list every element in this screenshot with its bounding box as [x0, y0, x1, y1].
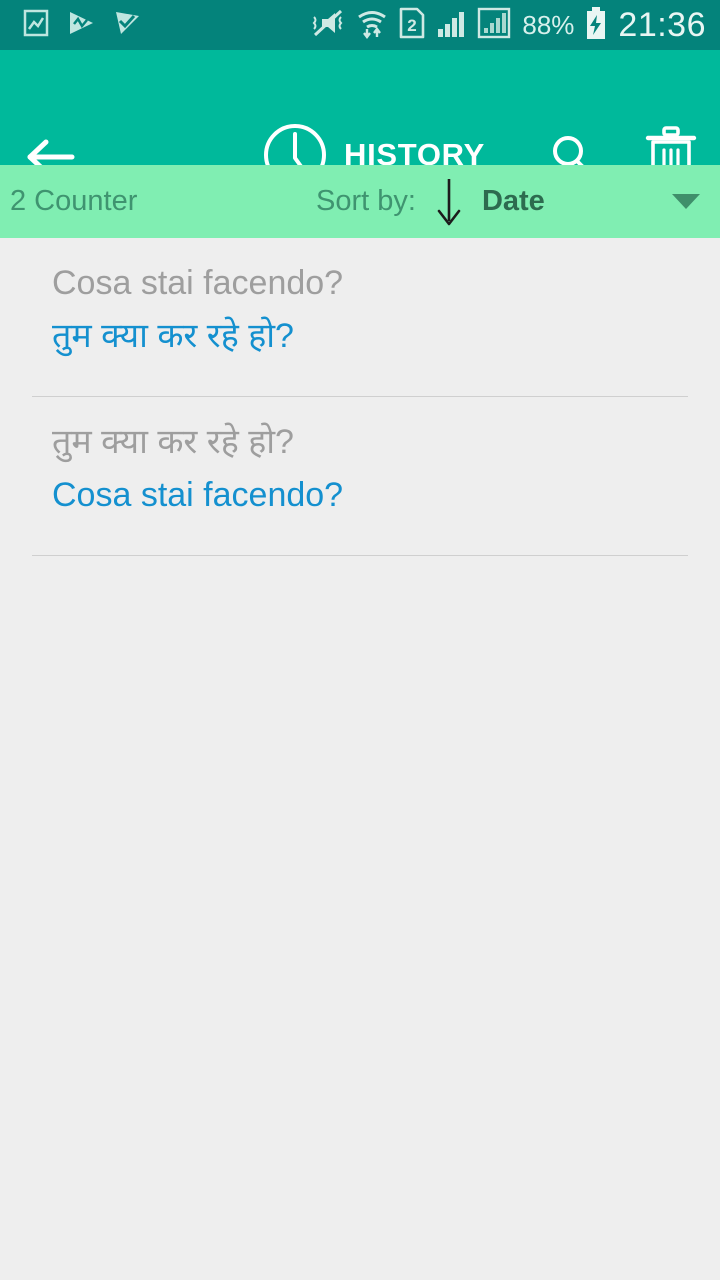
status-clock-label: 21:36 — [618, 5, 706, 44]
sim2-icon: 2 — [399, 7, 425, 44]
sort-value-label: Date — [481, 185, 545, 217]
app-toolbar: HISTORY — [0, 50, 720, 186]
wifi-data-icon — [356, 7, 388, 44]
mute-vibrate-icon — [311, 8, 345, 43]
history-item-target-text: Cosa stai facendo? — [52, 475, 344, 514]
media-play-icon — [66, 9, 96, 42]
history-item[interactable]: तुम क्या कर रहे हो? Cosa stai facendo? — [0, 397, 720, 535]
sort-descending-icon[interactable] — [434, 176, 464, 228]
sort-bar: 2 Counter Sort by: Date — [0, 165, 720, 238]
battery-percent-label: 88% — [522, 9, 575, 40]
svg-text:2: 2 — [408, 16, 417, 35]
app-screen: 2 88% 21:36 HISTORY 2 Counter Sort by: D… — [0, 0, 720, 1280]
status-bar-left-icons — [0, 9, 142, 42]
status-bar: 2 88% 21:36 — [0, 0, 720, 50]
media-check-icon — [112, 9, 142, 42]
battery-charging-icon — [585, 6, 607, 44]
signal-framed-icon — [477, 7, 511, 44]
history-list: Cosa stai facendo? तुम क्या कर रहे हो? त… — [0, 238, 720, 1280]
history-item-target-text: तुम क्या कर रहे हो? — [52, 316, 294, 355]
signal-bars-icon — [436, 8, 466, 43]
sort-by-selector[interactable]: Sort by: Date — [316, 165, 545, 238]
history-item[interactable]: Cosa stai facendo? तुम क्या कर रहे हो? — [0, 238, 720, 376]
counter-label: 2 Counter — [10, 185, 138, 217]
sort-dropdown-button[interactable] — [672, 165, 712, 238]
history-item-source-text: तुम क्या कर रहे हो? — [52, 423, 294, 462]
list-divider — [32, 555, 688, 557]
image-icon — [22, 9, 50, 42]
sort-by-label: Sort by: — [316, 185, 416, 217]
status-bar-right-icons: 2 88% 21:36 — [311, 6, 720, 45]
chevron-down-icon — [672, 194, 700, 209]
history-item-source-text: Cosa stai facendo? — [52, 264, 344, 302]
